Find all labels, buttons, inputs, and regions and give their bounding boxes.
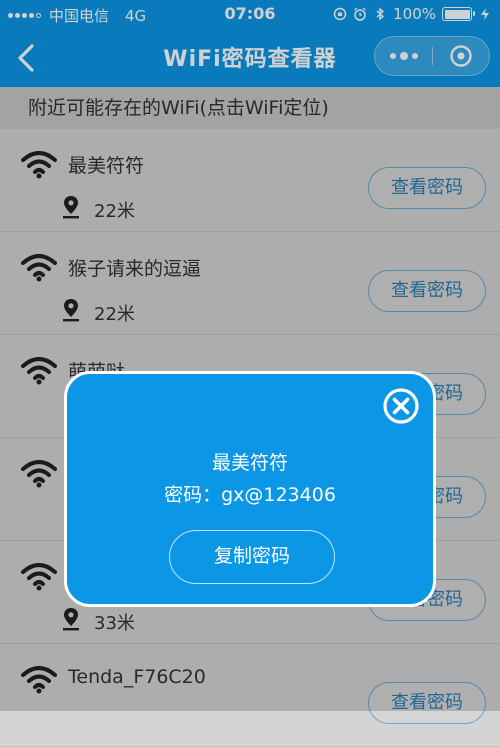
copy-password-button[interactable]: 复制密码 bbox=[169, 530, 335, 584]
dialog-ssid: 最美符符 bbox=[211, 452, 288, 474]
password-dialog: 最美符符 密码：gx@123406 复制密码 bbox=[64, 371, 436, 607]
close-dialog-button[interactable] bbox=[381, 386, 421, 426]
dialog-password: 密码：gx@123406 bbox=[164, 484, 336, 506]
